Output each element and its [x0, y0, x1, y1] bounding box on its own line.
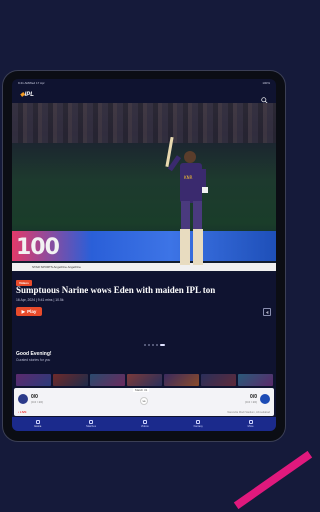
- team-logo-left: [18, 394, 28, 404]
- board-text: 100: [16, 235, 60, 260]
- more-icon: [248, 420, 253, 424]
- vs-badge: vs: [140, 397, 148, 405]
- play-label: Play: [27, 309, 37, 314]
- venue-text: Narendra Modi Stadium, Ahmedabad: [227, 411, 270, 414]
- nav-label: Matches: [86, 425, 96, 428]
- decorative-stripe: [233, 450, 313, 510]
- story-thumbnail[interactable]: [201, 374, 236, 386]
- play-button[interactable]: ▶ Play: [16, 307, 42, 316]
- nav-label: Fantasy: [193, 425, 203, 428]
- board-strip: STAR SPORTS AngelOne AngelOne: [12, 263, 276, 271]
- story-thumbnails: [16, 374, 273, 386]
- nav-fantasy[interactable]: Fantasy: [194, 420, 203, 428]
- player-image: KNR: [160, 136, 222, 275]
- matches-icon: [89, 420, 94, 424]
- nav-label: More: [247, 425, 254, 428]
- hero-banner[interactable]: 100 STAR SPORTS AngelOne AngelOne KNR: [12, 103, 276, 275]
- greeting-subtitle: Curated stories for you: [16, 358, 51, 362]
- crowd-image: [12, 103, 276, 143]
- left-overs: (0.0 / 20): [31, 400, 44, 404]
- share-icon: [265, 310, 268, 314]
- team-right: 0/0 (0.0 / 20): [245, 394, 270, 404]
- fantasy-icon: [196, 420, 201, 424]
- svg-text:KNR: KNR: [184, 175, 193, 180]
- carousel-dot[interactable]: [152, 344, 154, 346]
- hero-headline[interactable]: Sumptuous Narine wows Eden with maiden I…: [16, 285, 215, 295]
- app-screen: 9:41 AM Wed 17 Apr 100% ◆IPL 100 STAR SP…: [12, 79, 276, 431]
- ipl-logo[interactable]: ◆IPL: [20, 91, 34, 98]
- nav-matches[interactable]: Matches: [86, 420, 96, 428]
- story-thumbnail[interactable]: [16, 374, 51, 386]
- carousel-dot[interactable]: [156, 344, 158, 346]
- videos-icon: [142, 420, 147, 424]
- carousel-dots[interactable]: [144, 344, 165, 346]
- home-icon: [35, 420, 40, 424]
- team-left: 0/0 (0.0 / 20): [18, 394, 43, 404]
- battery-level: 100%: [262, 81, 270, 85]
- live-indicator: • LIVE: [18, 410, 27, 414]
- story-thumbnail[interactable]: [238, 374, 273, 386]
- status-time: 9:41 AM: [18, 81, 30, 85]
- nav-home[interactable]: Home: [34, 420, 41, 428]
- status-date: Wed 17 Apr: [29, 81, 45, 85]
- nav-label: Home: [34, 425, 42, 428]
- match-card[interactable]: Match 31 0/0 (0.0 / 20) vs 0/0 (0.0 / 20…: [14, 388, 274, 416]
- hero-meta: 16 Apr, 2024 | 9:41 mins | 10.5k: [16, 298, 64, 302]
- match-label: Match 31: [133, 388, 150, 392]
- share-button[interactable]: [263, 308, 271, 316]
- app-header: ◆IPL: [12, 87, 276, 104]
- status-bar: 9:41 AM Wed 17 Apr 100%: [12, 79, 276, 87]
- story-thumbnail[interactable]: [53, 374, 88, 386]
- greeting-title: Good Evening!: [16, 351, 52, 357]
- carousel-dot[interactable]: [148, 344, 150, 346]
- story-thumbnail[interactable]: [164, 374, 199, 386]
- nav-more[interactable]: More: [248, 420, 254, 428]
- right-overs: (0.0 / 20): [244, 400, 257, 404]
- story-thumbnail[interactable]: [90, 374, 125, 386]
- nav-label: Videos: [140, 425, 149, 428]
- team-logo-right: [260, 394, 270, 404]
- story-thumbnail[interactable]: [127, 374, 162, 386]
- carousel-dot[interactable]: [144, 344, 146, 346]
- search-icon[interactable]: [261, 91, 268, 104]
- play-icon: ▶: [21, 308, 26, 314]
- nav-videos[interactable]: Videos: [141, 420, 149, 428]
- bottom-nav: Home Matches Videos Fantasy More: [12, 417, 276, 431]
- carousel-dot-active[interactable]: [160, 344, 165, 346]
